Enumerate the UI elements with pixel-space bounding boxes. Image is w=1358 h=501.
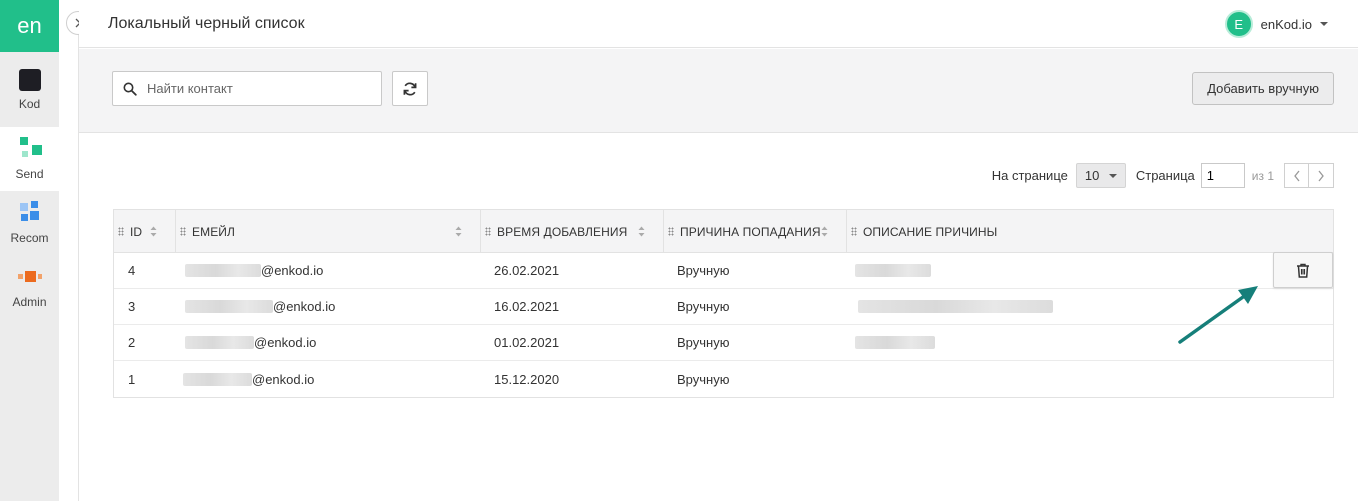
table-row[interactable]: 1 @enkod.io 15.12.2020 Вручную (114, 361, 1333, 397)
cell-date: 16.02.2021 (494, 299, 560, 314)
table-header: ID ЕМЕЙЛ ВРЕМЯ ДОБАВЛЕНИЯ ПРИЧИНА ПОПАДА… (114, 210, 1333, 253)
sort-icon[interactable] (638, 226, 645, 237)
cell-id: 2 (128, 335, 136, 350)
cell-reason: Вручную (677, 299, 730, 314)
column-header-added-time[interactable]: ВРЕМЯ ДОБАВЛЕНИЯ (481, 210, 664, 253)
refresh-icon (403, 81, 417, 96)
page-arrows (1284, 163, 1334, 188)
annotation-arrow-icon (1178, 286, 1258, 344)
sidebar-item-send[interactable]: Send (0, 127, 59, 191)
sidebar-item-recom[interactable]: Recom (0, 191, 59, 255)
kod-icon (18, 68, 41, 91)
caret-down-icon (1108, 173, 1117, 178)
page-number-input[interactable] (1200, 163, 1245, 188)
drag-handle-icon[interactable] (668, 227, 674, 236)
sidebar-item-kod[interactable]: Kod (0, 52, 59, 127)
admin-icon (17, 265, 42, 289)
column-label: ЕМЕЙЛ (192, 224, 236, 239)
cell-date: 01.02.2021 (494, 335, 560, 350)
refresh-button[interactable] (392, 71, 428, 106)
page-label: Страница (1135, 168, 1195, 183)
redacted-text (858, 300, 1053, 313)
cell-id: 1 (128, 371, 136, 387)
search-input[interactable] (147, 81, 367, 96)
user-name: enKod.io (1260, 16, 1312, 32)
sort-icon[interactable] (455, 226, 462, 237)
redacted-text (185, 300, 273, 313)
cell-email: @enkod.io (176, 361, 481, 397)
cell-id: 3 (128, 299, 136, 314)
drag-handle-icon[interactable] (851, 227, 857, 236)
sidebar-item-label: Kod (18, 96, 41, 111)
drag-handle-icon[interactable] (118, 227, 124, 236)
sort-icon[interactable] (150, 226, 157, 237)
app-root: en Kod Send Recom Admin Локальный черный… (0, 0, 1358, 501)
email-domain: @enkod.io (254, 335, 317, 350)
sort-icon[interactable] (821, 226, 828, 237)
chevron-right-icon (1318, 170, 1324, 181)
caret-down-icon (1320, 22, 1328, 26)
sidebar-item-admin[interactable]: Admin (0, 255, 59, 319)
table-row[interactable]: 4 @enkod.io 26.02.2021 Вручную (114, 253, 1333, 289)
trash-icon (1297, 263, 1309, 278)
cell-email: @enkod.io (176, 289, 481, 324)
column-label: ID (130, 224, 143, 239)
drag-handle-icon[interactable] (180, 227, 186, 236)
per-page-label: На странице (991, 168, 1068, 183)
column-header-id[interactable]: ID (114, 210, 176, 253)
email-domain: @enkod.io (273, 299, 336, 314)
redacted-text (855, 264, 931, 277)
pagination: На странице 10 Страница из 1 (992, 163, 1334, 188)
search-icon (123, 82, 137, 96)
cell-reason: Вручную (677, 335, 730, 350)
sidebar-item-label: Admin (12, 295, 47, 309)
toolbar: Добавить вручную (79, 49, 1358, 133)
blacklist-table: ID ЕМЕЙЛ ВРЕМЯ ДОБАВЛЕНИЯ ПРИЧИНА ПОПАДА… (113, 209, 1334, 398)
redacted-text (855, 336, 935, 349)
cell-id: 4 (128, 263, 136, 278)
column-header-description[interactable]: ОПИСАНИЕ ПРИЧИНЫ (847, 210, 1333, 253)
recom-icon (18, 201, 42, 225)
column-label: ПРИЧИНА ПОПАДАНИЯ (680, 224, 821, 239)
cell-reason: Вручную (677, 371, 730, 387)
chevron-left-icon (1293, 170, 1300, 181)
column-label: ВРЕМЯ ДОБАВЛЕНИЯ (497, 224, 628, 239)
brand-logo[interactable]: en (0, 0, 59, 52)
redacted-text (183, 372, 252, 386)
top-header: Локальный черный список E enKod.io (79, 0, 1358, 48)
email-domain: @enkod.io (252, 371, 315, 387)
cell-description (847, 361, 1333, 397)
avatar: E (1224, 10, 1253, 38)
sidebar: en Kod Send Recom Admin (0, 0, 59, 501)
redacted-text (185, 264, 261, 277)
redacted-text (185, 336, 254, 349)
per-page-select[interactable]: 10 (1075, 163, 1126, 188)
sidebar-item-label: Send (15, 167, 44, 181)
table-row[interactable]: 3 @enkod.io 16.02.2021 Вручную (114, 289, 1333, 325)
cell-reason: Вручную (677, 263, 730, 278)
search-box (112, 71, 382, 106)
cell-email: @enkod.io (176, 325, 481, 360)
email-domain: @enkod.io (261, 263, 324, 278)
table-row[interactable]: 2 @enkod.io 01.02.2021 Вручную (114, 325, 1333, 361)
user-menu[interactable]: E enKod.io (1224, 10, 1328, 38)
column-header-email[interactable]: ЕМЕЙЛ (176, 210, 481, 253)
per-page-value: 10 (1084, 168, 1100, 183)
cell-date: 26.02.2021 (494, 263, 560, 278)
column-header-reason[interactable]: ПРИЧИНА ПОПАДАНИЯ (664, 210, 847, 253)
next-page-button[interactable] (1309, 163, 1334, 188)
add-manually-button[interactable]: Добавить вручную (1192, 72, 1334, 105)
page-total: из 1 (1251, 168, 1274, 183)
send-icon (18, 137, 42, 161)
cell-date: 15.12.2020 (494, 371, 560, 387)
cell-email: @enkod.io (176, 253, 481, 288)
sidebar-item-label: Recom (10, 231, 49, 245)
prev-page-button[interactable] (1284, 163, 1309, 188)
column-label: ОПИСАНИЕ ПРИЧИНЫ (863, 224, 998, 239)
delete-row-button[interactable] (1273, 252, 1333, 288)
page-title: Локальный черный список (108, 15, 305, 32)
drag-handle-icon[interactable] (485, 227, 491, 236)
